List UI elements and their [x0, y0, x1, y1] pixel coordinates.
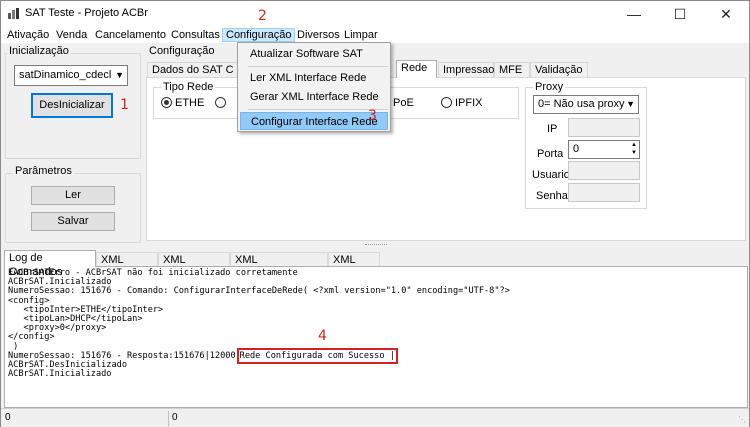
window-title: SAT Teste - Projeto ACBr — [25, 7, 148, 19]
log-line: </config> — [8, 332, 55, 343]
log-line: <proxy>0</proxy> — [8, 323, 107, 334]
chevron-down-icon: ▼ — [626, 99, 635, 109]
inicializacao-label: Inicialização — [7, 45, 71, 57]
radio-poe[interactable]: PoE — [393, 97, 414, 109]
senha-label: Senha — [536, 190, 568, 202]
sat-model-value: satDinamico_cdecl — [19, 69, 112, 81]
tipo-rede-label: Tipo Rede — [161, 81, 216, 93]
command-log[interactable]: EACBrSATErro - ACBrSAT não foi inicializ… — [4, 266, 748, 408]
close-button[interactable]: ✕ — [703, 1, 749, 27]
porta-stepper[interactable]: 0 ▲ ▼ — [568, 140, 640, 159]
parametros-group — [5, 173, 141, 243]
annotation-4: 4 — [318, 328, 327, 344]
tab-xml-recebido[interactable]: XML Recebido — [158, 252, 230, 280]
menu-item-atualizar-software[interactable]: Atualizar Software SAT — [240, 45, 388, 63]
sat-app-icon — [8, 8, 19, 19]
status-bar: 0 0 ⋱ — [1, 408, 749, 427]
radio-ethe-label: ETHE — [175, 97, 205, 109]
log-line: ACBrSAT.DesInicializado — [8, 360, 127, 371]
menu-item-gerar-xml[interactable]: Gerar XML Interface Rede — [240, 88, 388, 106]
porta-value: 0 — [573, 143, 580, 155]
menu-diversos[interactable]: Diversos — [294, 28, 343, 42]
menu-bar: Ativação Venda Cancelamento Consultas Co… — [1, 27, 749, 43]
configuracao-label: Configuração — [147, 45, 217, 57]
annotation-3: 3 — [368, 108, 377, 124]
splitter-grip[interactable] — [365, 244, 387, 246]
usuario-field[interactable] — [568, 161, 640, 180]
main-window: SAT Teste - Projeto ACBr — ☐ ✕ Ativação … — [0, 0, 750, 427]
tab-dados-sat[interactable]: Dados do SAT C — [147, 62, 243, 77]
status-left: 0 — [5, 412, 11, 423]
log-line: <tipoLan>DHCP</tipoLan> — [8, 314, 143, 325]
proxy-label: Proxy — [533, 81, 566, 93]
tab-xml-gerado[interactable]: XML Gerado — [96, 252, 158, 280]
radio-unknown[interactable] — [215, 97, 229, 109]
radio-poe-label: PoE — [393, 97, 414, 109]
sat-model-select[interactable]: satDinamico_cdecl ▼ — [14, 65, 128, 86]
tab-validacao[interactable]: Validação — [530, 62, 588, 77]
annotation-2: 2 — [258, 8, 267, 24]
menu-venda[interactable]: Venda — [53, 28, 90, 42]
tab-log-comandos[interactable]: Log de Comandos — [4, 250, 96, 278]
radio-ipfix[interactable]: IPFIX — [441, 97, 483, 109]
status-right: 0 — [172, 412, 178, 423]
tab-mfe[interactable]: MFE — [494, 62, 530, 77]
resize-grip-icon[interactable]: ⋱ — [738, 415, 746, 424]
radio-ethe[interactable]: ETHE — [161, 97, 204, 109]
proxy-value: 0= Não usa proxy — [538, 98, 625, 110]
tab-rede[interactable]: Rede — [396, 60, 437, 78]
radio-ipfix-label: IPFIX — [455, 97, 483, 109]
menu-limpar[interactable]: Limpar — [341, 28, 381, 42]
salvar-button[interactable]: Salvar — [31, 212, 115, 231]
ip-label: IP — [547, 123, 558, 135]
status-separator — [168, 411, 169, 426]
menu-ativacao[interactable]: Ativação — [4, 28, 52, 42]
log-line: EACBrSATErro - ACBrSAT não foi inicializ… — [8, 268, 298, 278]
desinicializar-button[interactable]: DesInicializar — [31, 93, 113, 118]
proxy-select[interactable]: 0= Não usa proxy ▼ — [533, 95, 639, 114]
log-line: NumeroSessao: 151676 - Comando: Configur… — [8, 286, 510, 297]
minimize-button[interactable]: — — [611, 1, 657, 27]
ip-field[interactable] — [568, 118, 640, 137]
porta-label: Porta — [537, 148, 564, 160]
stepper-arrows-icon[interactable]: ▲ ▼ — [631, 141, 637, 157]
tab-xml-rede[interactable]: XML Rede — [328, 252, 380, 280]
tab-impressao[interactable]: Impressao — [438, 62, 494, 77]
log-success-highlight: Rede Configurada com Sucesso | — [236, 347, 398, 364]
menu-consultas[interactable]: Consultas — [168, 28, 223, 42]
ler-button[interactable]: Ler — [31, 186, 115, 205]
title-bar: SAT Teste - Projeto ACBr — ☐ ✕ — [1, 1, 749, 27]
radio-selected-icon — [161, 97, 172, 108]
menu-configuracao[interactable]: Configuração — [222, 28, 296, 42]
maximize-button[interactable]: ☐ — [657, 1, 703, 27]
radio-icon — [441, 97, 452, 108]
usuario-label: Usuario — [532, 169, 570, 181]
menu-item-configurar-interface[interactable]: Configurar Interface Rede — [240, 112, 388, 130]
annotation-1: 1 — [120, 97, 129, 113]
tab-xml-cancelamento[interactable]: XML Cancelamento — [230, 252, 328, 280]
menu-separator — [248, 66, 388, 67]
log-line: ACBrSAT.Inicializado — [8, 369, 112, 380]
menu-cancelamento[interactable]: Cancelamento — [92, 28, 169, 42]
menu-item-ler-xml[interactable]: Ler XML Interface Rede — [240, 69, 388, 87]
radio-icon — [215, 97, 226, 108]
chevron-down-icon: ▼ — [115, 70, 124, 80]
parametros-label: Parâmetros — [13, 165, 74, 177]
menu-separator — [248, 109, 388, 110]
senha-field[interactable] — [568, 183, 640, 202]
